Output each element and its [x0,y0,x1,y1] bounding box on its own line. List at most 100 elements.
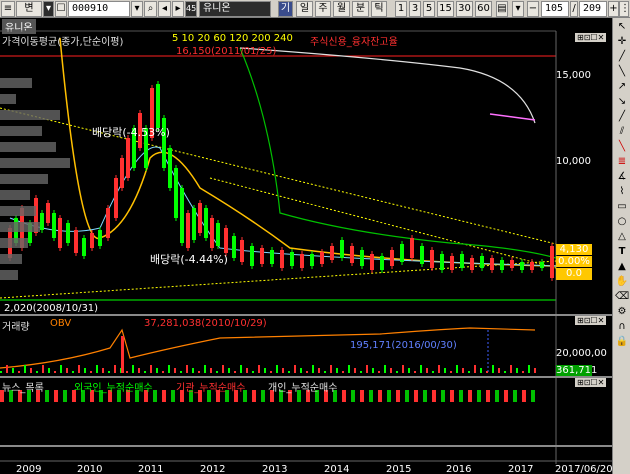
circle-tool-icon[interactable]: ○ [615,215,629,228]
flow-bar [414,390,418,402]
settings-tool-icon[interactable]: ⚙ [615,305,629,318]
options-icon[interactable]: ⋮ [619,1,629,17]
volume-bar [42,365,44,373]
mode-4050-icon[interactable]: 45 [185,1,197,17]
volume-bar [276,365,278,373]
mode-button-1[interactable]: 일 [296,1,313,17]
chevron-down-icon[interactable]: ▾ [43,1,54,17]
volume-bar [348,365,350,373]
crosshair-tool-icon[interactable]: ✛ [615,35,629,48]
volume-tag: 0.0 [556,268,592,280]
volume-bar [264,368,266,373]
line-tool-icon[interactable]: ╱ [615,110,629,123]
pane-divider[interactable] [0,314,612,316]
period-button-30[interactable]: 30 [456,1,473,17]
x-tick-label: 2017/06/20 [555,464,613,474]
period-button-15[interactable]: 15 [437,1,454,17]
total-count-field: 209 [579,1,607,17]
y-tick-label: 10,000 [556,156,591,167]
prev-stock-icon[interactable]: ◂ [158,1,171,17]
flow-bar [450,390,454,402]
pane-divider[interactable] [0,376,612,378]
dropdown-icon[interactable]: ▾ [131,1,143,17]
marker-tool-icon[interactable]: ▲ [615,260,629,273]
flow-bar [162,390,166,402]
lock-tool-icon[interactable]: 🔒 [615,335,629,348]
flow-bar [63,390,67,402]
flow-bar [513,390,517,402]
channel-tool-icon[interactable]: ⫽ [615,125,629,138]
candle-body [216,223,220,246]
chart-canvas[interactable] [0,18,612,474]
count-input[interactable]: 105 [541,1,569,17]
mode-button-week[interactable]: 주 [315,1,331,17]
stock-code-input[interactable]: 000910 [68,1,130,17]
volume-bar [198,371,200,373]
zoom-out-icon[interactable]: − [527,1,539,17]
erase-tool-icon[interactable]: ⌫ [615,290,629,303]
red-line-tool-icon[interactable]: ╲ [615,140,629,153]
volume-profile-bar [0,126,42,136]
volume-bar [330,365,332,373]
pane-divider[interactable] [0,445,612,447]
text-tool-icon[interactable]: T [615,245,629,258]
period-button-5[interactable]: 5 [423,1,435,17]
flow-bar [441,390,445,402]
pane-controls[interactable]: ⊞⊡☐✕ [575,316,607,325]
extend-line-tool-icon[interactable]: ╲ [615,65,629,78]
x-tick-label: 2015 [386,464,412,474]
trendline-tool-icon[interactable]: ╱ [615,50,629,63]
menu-icon[interactable]: ≡ [1,1,15,17]
zoom-in-icon[interactable]: + [608,1,619,17]
volume-bar [336,368,338,373]
cycle-tool-icon[interactable]: ⌇ [615,185,629,198]
volume-bar [228,368,230,373]
candle-body [430,250,434,268]
mode-button-tick[interactable]: 틱 [371,1,387,17]
volume-bar [318,368,320,373]
volume-bar [420,365,422,373]
fibo-tool-icon[interactable]: ≣ [615,155,629,168]
rect-tool-icon[interactable]: ▭ [615,200,629,213]
mode-button-day[interactable]: 기 [278,1,293,17]
period-button-60[interactable]: 60 [475,1,492,17]
triangle-tool-icon[interactable]: △ [615,230,629,243]
pane-controls[interactable]: ⊞⊡☐✕ [575,33,607,42]
volume-bar [408,368,410,373]
pane-controls[interactable]: ⊞⊡☐✕ [575,378,607,387]
tick-icon[interactable]: ▤ [496,1,508,17]
ray-tool-icon[interactable]: ↗ [615,80,629,93]
gann-tool-icon[interactable]: ∡ [615,170,629,183]
pointer-tool-icon[interactable]: ↖ [615,20,629,33]
volume-bar [294,365,296,373]
high-price-label: 16,150(2011/01/25) [176,46,277,57]
bookmark-icon[interactable]: ☐ [55,1,67,17]
volume-bar [138,368,140,373]
candle-body [490,258,494,270]
chart-type-button[interactable]: 변 [16,1,42,17]
period-button-3[interactable]: 3 [409,1,421,17]
volume-bar [312,365,314,373]
volume-profile-bar [0,110,60,120]
chart-toolbar: ≡ 변 ▾ ☐ 000910 ▾ ⌕ ◂ ▸ 45 유니온 기 일 주 월 분 … [0,0,630,18]
stock-chart[interactable]: 유니온 가격이동평균(종가,단순이평) 5 10 20 60 120 200 2… [0,18,613,474]
hand-tool-icon[interactable]: ✋ [615,275,629,288]
magnet-tool-icon[interactable]: ∩ [615,320,629,333]
candle-body [98,230,102,246]
drawing-tools-panel: ↖ ✛ ╱ ╲ ↗ ↘ ╱ ⫽ ╲ ≣ ∡ ⌇ ▭ ○ △ T ▲ ✋ ⌫ ⚙ … [612,18,630,474]
volume-bar [366,365,368,373]
mode-button-minute[interactable]: 분 [352,1,369,17]
candle-body [260,248,264,264]
period-button-1[interactable]: 1 [395,1,407,17]
candle-body [320,252,324,264]
ma120-line [239,47,557,259]
candle-body [232,236,236,258]
arrow-tool-icon[interactable]: ↘ [615,95,629,108]
search-icon[interactable]: ⌕ [144,1,157,17]
volume-bar [66,368,68,373]
mode-button-month[interactable]: 월 [333,1,350,17]
volume-bar [102,368,104,373]
volume-profile-bar [0,174,48,184]
next-stock-icon[interactable]: ▸ [172,1,184,17]
chevron-down-icon[interactable]: ▾ [512,1,524,17]
